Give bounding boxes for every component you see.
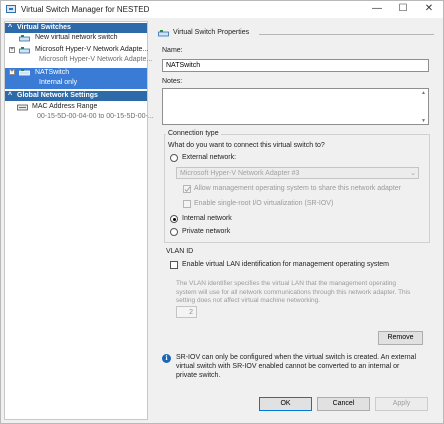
notes-label: Notes: — [162, 78, 183, 85]
tree-item-natswitch[interactable]: + NATSwitch Internal only — [5, 68, 147, 89]
network-adapter-value: Microsoft Hyper-V Network Adapter #3 — [180, 170, 300, 177]
expand-icon[interactable]: + — [9, 69, 15, 75]
expand-icon[interactable]: + — [9, 47, 15, 53]
network-adapter-select[interactable]: Microsoft Hyper-V Network Adapter #3 ⌄ — [176, 167, 419, 179]
connection-type-title: Connection type — [166, 130, 221, 137]
check-icon — [184, 186, 191, 193]
external-network-radio[interactable] — [170, 154, 178, 162]
tree-item-label: New virtual network switch — [35, 34, 118, 41]
tree-item-label: NATSwitch — [35, 69, 70, 76]
scroll-up-icon[interactable]: ▲ — [421, 90, 426, 96]
cancel-button[interactable]: Cancel — [317, 397, 370, 411]
properties-header: Virtual Switch Properties — [154, 28, 435, 40]
tree-item-sublabel: Microsoft Hyper-V Network Adapte... — [39, 56, 153, 63]
internal-network-radio[interactable] — [170, 215, 178, 223]
collapse-icon[interactable]: ^ — [8, 91, 12, 101]
apply-button[interactable]: Apply — [375, 397, 428, 411]
header-divider — [259, 34, 434, 35]
network-switch-icon — [19, 69, 30, 76]
vlan-title: VLAN ID — [166, 248, 194, 255]
sriov-info-text: SR-IOV can only be configured when the v… — [176, 354, 417, 379]
scroll-down-icon[interactable]: ▼ — [421, 118, 426, 124]
network-switch-icon — [19, 47, 30, 54]
remove-button[interactable]: Remove — [378, 331, 423, 345]
tree-item-external-switch[interactable]: + Microsoft Hyper-V Network Adapte... Mi… — [5, 46, 152, 66]
connection-question: What do you want to connect this virtual… — [168, 142, 325, 149]
internal-network-label[interactable]: Internal network — [182, 215, 232, 222]
notes-scrollbar[interactable]: ▲ ▼ — [421, 90, 427, 124]
virtual-switches-header[interactable]: ^ Virtual Switches — [5, 23, 147, 33]
name-field[interactable]: NATSwitch — [162, 59, 429, 72]
vlan-enable-label[interactable]: Enable virtual LAN identification for ma… — [182, 261, 389, 268]
tree-item-sublabel: Internal only — [39, 79, 78, 86]
title-bar: Virtual Switch Manager for NESTED — ☐ ✕ — [1, 1, 443, 18]
name-label: Name: — [162, 47, 183, 54]
allow-management-label: Allow management operating system to sha… — [194, 185, 401, 192]
network-switch-icon — [19, 35, 30, 42]
notes-field[interactable]: ▲ ▼ — [162, 88, 429, 125]
maximize-button[interactable]: ☐ — [390, 1, 416, 18]
close-button[interactable]: ✕ — [416, 1, 442, 18]
vlan-description: The VLAN identifier specifies the virtua… — [176, 280, 411, 304]
sriov-checkbox[interactable] — [183, 200, 191, 208]
vlan-enable-checkbox[interactable] — [170, 261, 178, 269]
tree-item-new-switch[interactable]: New virtual network switch — [5, 34, 147, 44]
sriov-label: Enable single-root I/O virtualization (S… — [194, 200, 334, 207]
private-network-radio[interactable] — [170, 228, 178, 236]
ok-button[interactable]: OK — [259, 397, 312, 411]
app-icon — [6, 5, 16, 13]
allow-management-checkbox[interactable] — [183, 185, 191, 193]
global-network-settings-label: Global Network Settings — [17, 92, 98, 99]
virtual-switch-manager-window: Virtual Switch Manager for NESTED — ☐ ✕ … — [0, 0, 444, 424]
global-network-settings-header[interactable]: ^ Global Network Settings — [5, 91, 147, 101]
window-title: Virtual Switch Manager for NESTED — [21, 5, 150, 14]
collapse-icon[interactable]: ^ — [8, 23, 12, 33]
tree-item-label: Microsoft Hyper-V Network Adapte... — [35, 46, 149, 53]
minimize-button[interactable]: — — [364, 1, 390, 18]
chevron-down-icon: ⌄ — [410, 170, 416, 177]
virtual-switches-header-label: Virtual Switches — [17, 24, 71, 31]
info-icon: i — [162, 354, 171, 363]
external-network-label[interactable]: External network: — [182, 154, 236, 161]
mac-address-icon — [17, 104, 28, 111]
tree-item-label: MAC Address Range — [32, 103, 98, 110]
network-switch-icon — [158, 30, 169, 37]
tree-item-mac-address-range[interactable]: MAC Address Range 00-15-5D-00-04-00 to 0… — [5, 103, 154, 123]
tree-item-sublabel: 00-15-5D-00-04-00 to 00-15-5D-00-... — [37, 113, 154, 120]
switch-tree: ^ Virtual Switches New virtual network s… — [4, 21, 154, 420]
properties-header-label: Virtual Switch Properties — [173, 29, 250, 36]
private-network-label[interactable]: Private network — [182, 228, 230, 235]
vlan-id-stepper[interactable]: 2 — [176, 306, 197, 318]
